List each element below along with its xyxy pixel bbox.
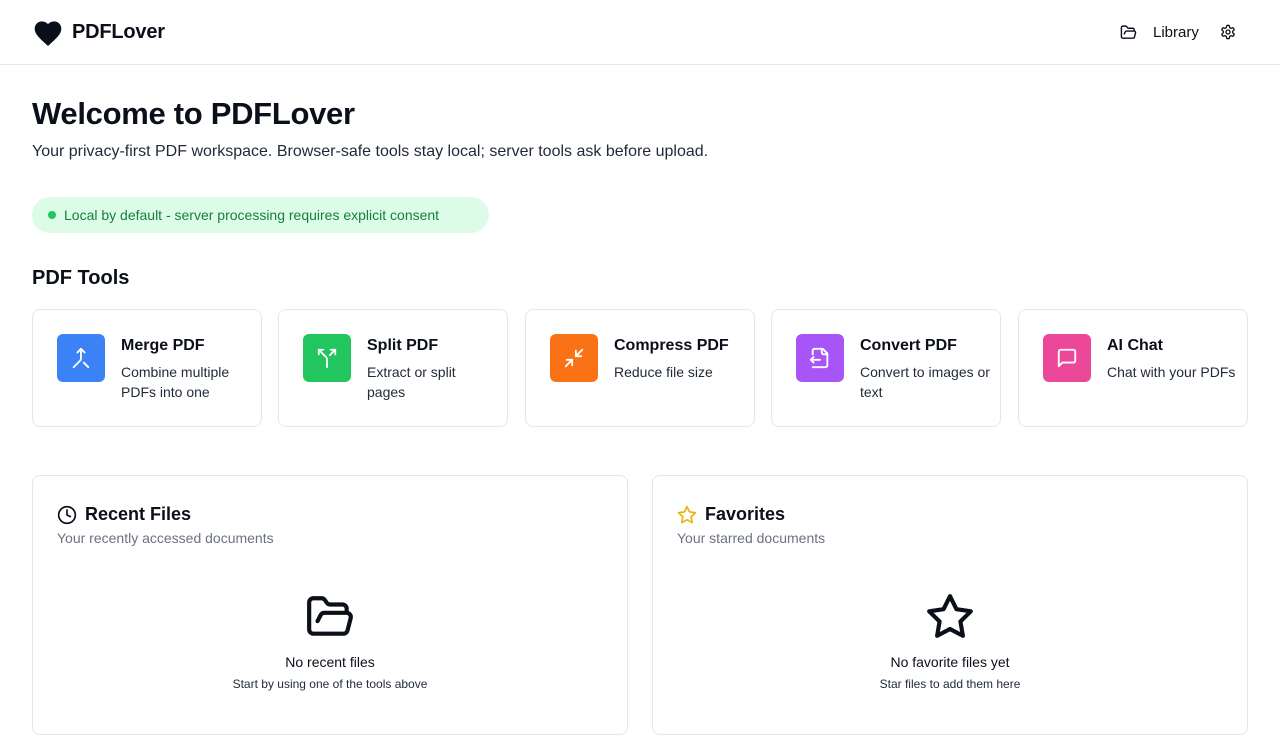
recent-files-header: Recent Files [57,504,191,525]
recent-files-empty-subtitle: Start by using one of the tools above [232,677,428,691]
top-header: PDFLover Library [0,0,1280,65]
star-icon [677,505,697,525]
file-convert-icon [796,334,844,382]
tool-description: Chat with your PDFs [1107,364,1236,380]
page-title: Welcome to PDFLover [32,96,355,131]
chat-icon [1043,334,1091,382]
recent-files-empty-title: No recent files [285,654,375,670]
merge-icon [57,334,105,382]
tool-description: Reduce file size [614,364,713,380]
tool-name: Convert PDF [860,337,957,354]
tool-description: Convert to images or text [860,364,990,400]
brand[interactable]: PDFLover [32,16,165,48]
favorites-title: Favorites [705,504,786,524]
favorites-subtitle: Your starred documents [677,530,826,546]
tools-section-title: PDF Tools [32,267,130,289]
tool-card-merge[interactable]: Merge PDF Combine multiple PDFs into one [32,309,262,427]
tool-name: AI Chat [1107,337,1163,354]
brand-name: PDFLover [72,20,165,43]
recent-files-panel: Recent Files Your recently accessed docu… [32,475,628,735]
favorites-empty-subtitle: Star files to add them here [879,677,1021,691]
tool-description: Combine multiple PDFs into one [121,364,230,400]
status-dot-icon [48,211,56,219]
clock-icon [57,505,77,525]
settings-button[interactable] [1212,16,1244,48]
library-label: Library [1153,23,1199,41]
recent-files-subtitle: Your recently accessed documents [57,530,274,546]
tool-name: Compress PDF [614,337,729,354]
favorites-empty-title: No favorite files yet [890,654,1010,670]
folder-open-icon [305,592,355,642]
tool-card-compress[interactable]: Compress PDF Reduce file size [525,309,755,427]
tool-card-ai-chat[interactable]: AI Chat Chat with your PDFs [1018,309,1248,427]
folder-open-icon [1120,24,1137,41]
recent-files-title: Recent Files [85,504,192,524]
star-icon [925,592,975,642]
favorites-header: Favorites [677,504,785,525]
compress-icon [550,334,598,382]
tool-name: Merge PDF [121,337,205,354]
tool-description: Extract or split pages [367,364,456,400]
page-subtitle: Your privacy-first PDF workspace. Browse… [32,143,709,160]
heart-icon [32,17,64,47]
split-icon [303,334,351,382]
tool-name: Split PDF [367,337,439,354]
consent-badge-text: Local by default - server processing req… [64,207,440,223]
tool-card-convert[interactable]: Convert PDF Convert to images or text [771,309,1001,427]
gear-icon [1220,24,1236,40]
favorites-panel: Favorites Your starred documents No favo… [652,475,1248,735]
tool-card-split[interactable]: Split PDF Extract or split pages [278,309,508,427]
library-button[interactable]: Library [1096,16,1207,48]
consent-badge: Local by default - server processing req… [32,197,489,233]
